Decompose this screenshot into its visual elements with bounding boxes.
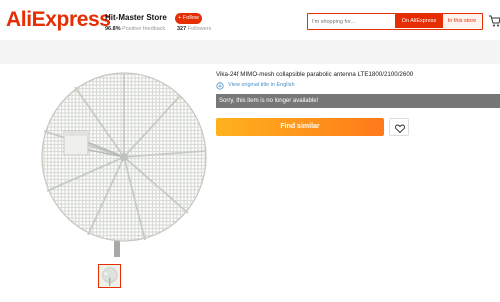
search-input[interactable] (312, 16, 394, 27)
search-in-store-button[interactable]: In this store (443, 14, 481, 28)
followers-label: Followers (187, 26, 212, 32)
search-bar: On AliExpress In this store (307, 13, 483, 30)
store-followers: 327 Followers (177, 26, 211, 32)
aliexpress-logo[interactable]: AliExpress (6, 8, 111, 32)
view-original-label: View original title in English (228, 82, 295, 88)
wishlist-button[interactable] (389, 118, 409, 136)
navigation-band (0, 40, 500, 64)
find-similar-button[interactable]: Find similar (216, 118, 384, 136)
thumbnail-image[interactable] (98, 264, 121, 288)
store-feedback: 96.8% Positive feedback (105, 26, 165, 32)
parabolic-antenna-image[interactable] (30, 71, 210, 257)
followers-count: 327 (177, 26, 187, 32)
product-title: Vika-24f MIMO-mesh collapsible parabolic… (216, 71, 414, 78)
heart-icon (395, 124, 405, 134)
search-on-aliexpress-button[interactable]: On AliExpress (395, 14, 443, 28)
view-original-title-link[interactable]: View original title in English (218, 82, 295, 88)
follow-button[interactable]: + Follow (175, 13, 202, 24)
feedback-label: Positive feedback (122, 26, 166, 32)
cart-icon[interactable] (488, 14, 500, 28)
store-name-link[interactable]: Hit-Master Store (105, 13, 167, 22)
feedback-percentage: 96.8% (105, 26, 121, 32)
top-header: AliExpress Hit-Master Store 96.8% Positi… (0, 0, 500, 40)
unavailable-notice: Sorry, this item is no longer available! (216, 94, 500, 108)
